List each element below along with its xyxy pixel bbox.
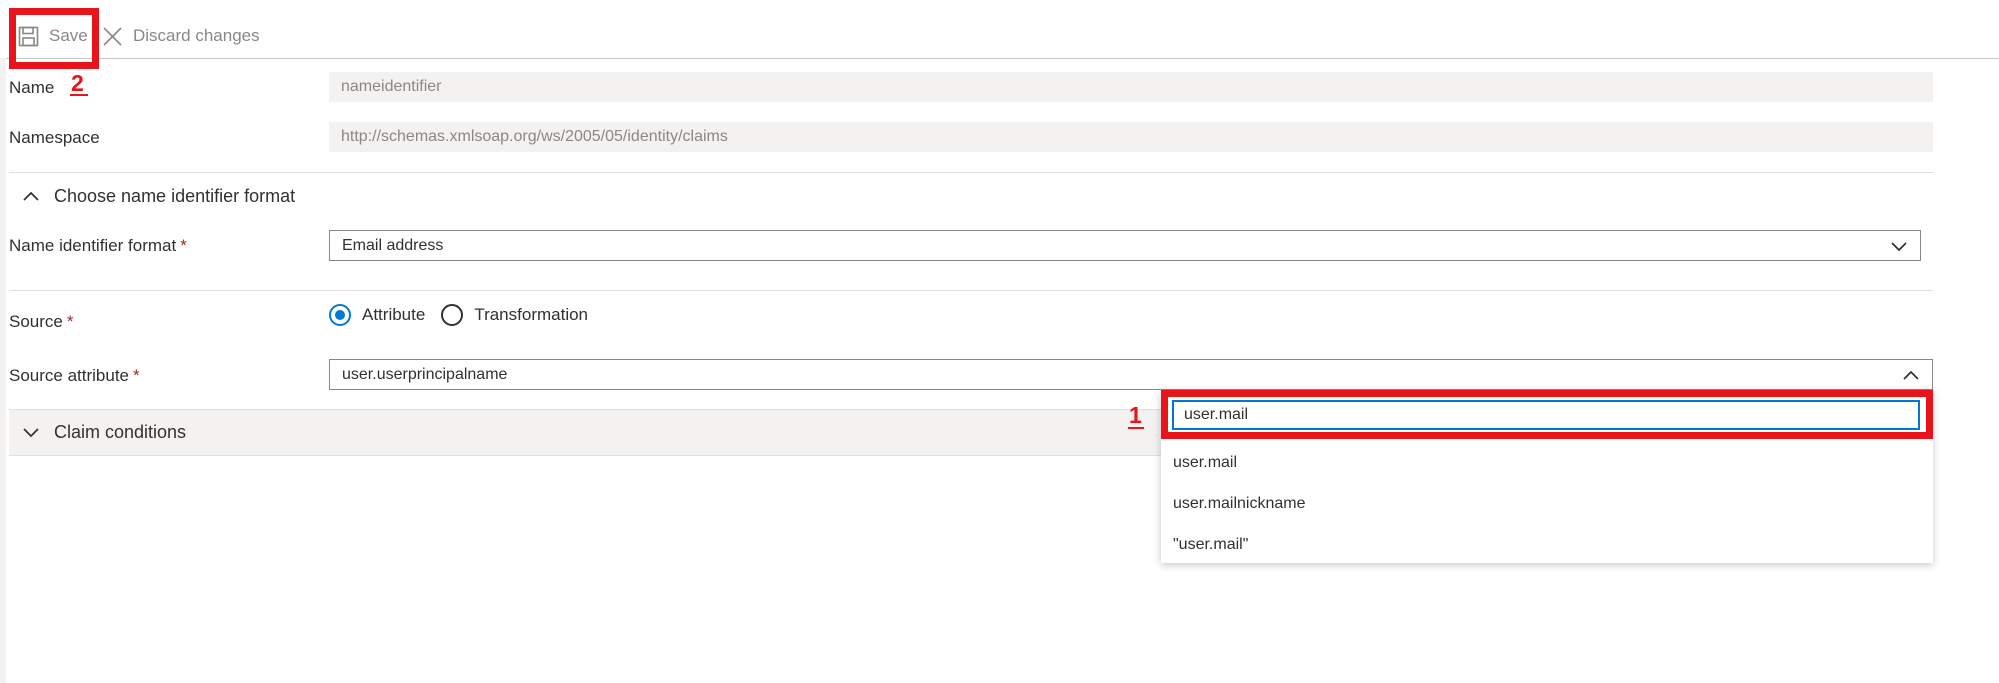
- radio-unselected-icon: [441, 304, 464, 326]
- step-number-1-underline: [1128, 427, 1144, 429]
- chevron-up-icon: [22, 190, 40, 202]
- discard-changes-button[interactable]: Discard changes: [102, 18, 260, 54]
- command-bar: [0, 0, 1999, 59]
- claim-conditions-label: Claim conditions: [54, 421, 187, 442]
- discard-changes-label: Discard changes: [133, 26, 260, 45]
- dropdown-option[interactable]: user.mail: [1161, 442, 1933, 483]
- name-label: Name: [9, 78, 55, 97]
- chevron-up-icon: [1902, 369, 1920, 381]
- source-radio-transformation-label: Transformation: [474, 305, 588, 324]
- name-id-format-label: Name identifier format *: [9, 236, 187, 255]
- name-id-format-value: Email address: [342, 236, 444, 254]
- source-radio-transformation[interactable]: Transformation: [441, 304, 588, 326]
- source-attribute-label: Source attribute *: [9, 366, 140, 385]
- chevron-down-icon: [22, 426, 40, 438]
- highlight-box-search: [1161, 390, 1933, 439]
- source-label: Source *: [9, 312, 74, 331]
- source-attribute-value: user.userprincipalname: [342, 365, 508, 383]
- step-number-2-underline: [70, 94, 88, 96]
- source-attribute-select[interactable]: user.userprincipalname: [329, 359, 1933, 390]
- name-id-format-section-toggle[interactable]: Choose name identifier format: [22, 184, 295, 208]
- divider: [9, 290, 1933, 291]
- name-id-format-select[interactable]: Email address: [329, 230, 1921, 261]
- dropdown-option[interactable]: user.mailnickname: [1161, 483, 1933, 524]
- left-gutter: [0, 58, 6, 683]
- chevron-down-icon: [1890, 240, 1908, 252]
- source-radio-attribute-label: Attribute: [362, 305, 426, 324]
- source-radio-attribute[interactable]: Attribute: [329, 304, 425, 326]
- dropdown-option[interactable]: "user.mail": [1161, 524, 1933, 565]
- highlight-box-save: [9, 8, 99, 69]
- claim-conditions-toggle[interactable]: Claim conditions: [22, 420, 186, 444]
- name-field: nameidentifier: [329, 72, 1933, 102]
- name-id-format-section-label: Choose name identifier format: [54, 185, 296, 206]
- close-icon: [102, 26, 123, 47]
- radio-selected-icon: [329, 304, 351, 326]
- namespace-field: http://schemas.xmlsoap.org/ws/2005/05/id…: [329, 122, 1933, 152]
- step-number-2: 2: [71, 70, 84, 96]
- source-radio-group: Attribute Transformation: [329, 304, 604, 326]
- step-number-1: 1: [1129, 402, 1142, 428]
- namespace-label: Namespace: [9, 128, 100, 147]
- divider: [9, 172, 1933, 173]
